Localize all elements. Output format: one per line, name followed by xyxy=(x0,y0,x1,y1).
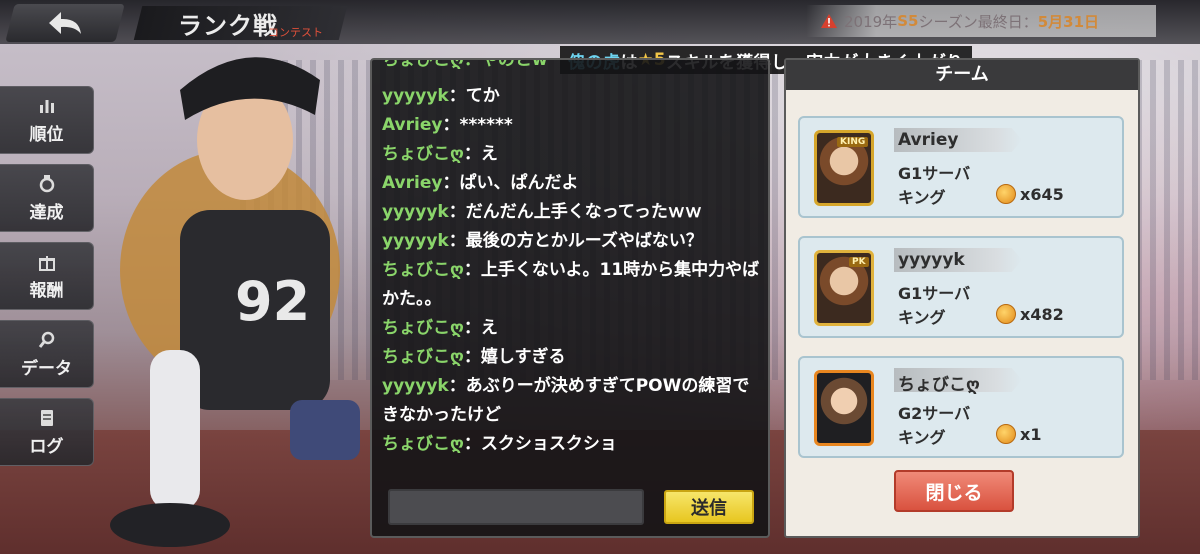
medal-icon xyxy=(39,174,54,192)
sidebar-item-data[interactable]: データ xyxy=(0,320,94,388)
chat-sender: yyyyyk xyxy=(382,231,449,251)
chat-sender: ちょびこღ xyxy=(382,144,464,164)
back-arrow-icon xyxy=(49,12,81,34)
chat-text: ：スクショスクショ xyxy=(463,434,617,454)
sidebar-item-reward[interactable]: 報酬 xyxy=(0,242,94,310)
chat-text: ：だんだん上手くなってったｗｗ xyxy=(448,202,702,222)
member-server: G1サーバ xyxy=(898,164,971,183)
avatar-badge: PK xyxy=(849,257,869,267)
chat-text: ：てか xyxy=(448,86,500,106)
season-date: 5月31日 xyxy=(1037,12,1100,31)
document-icon xyxy=(40,409,53,426)
chat-text: ：え xyxy=(463,318,498,338)
sidebar-item-label: 達成 xyxy=(29,202,64,223)
chat-message: yyyyyk：てか xyxy=(382,82,762,111)
member-coins: x645 xyxy=(996,184,1064,204)
chat-message: yyyyyk：あぶりーが決めすぎてPOWの練習できなかったけど xyxy=(382,372,762,430)
chat-message: yyyyyk：だんだん上手くなってったｗｗ xyxy=(382,198,762,227)
sidebar-item-label: 報酬 xyxy=(29,280,64,301)
sidebar-item-label: データ xyxy=(21,358,72,379)
chat-sender: ちょびこღ xyxy=(382,318,464,338)
chat-text: ：嬉しすぎる xyxy=(463,347,566,367)
chat-message-partial: ちょびこღ：やのとw xyxy=(382,58,548,70)
chat-sender: ちょびこღ xyxy=(382,260,464,280)
team-member-card[interactable]: PK yyyyyk G1サーバ キング x482 xyxy=(798,236,1124,338)
close-button[interactable]: 閉じる xyxy=(894,470,1014,512)
chat-input-row: 送信 xyxy=(388,488,758,528)
send-button[interactable]: 送信 xyxy=(664,490,754,524)
sidebar-item-achievement[interactable]: 達成 xyxy=(0,164,94,232)
member-avatar: PK xyxy=(814,250,874,326)
season-banner: 2019年 S5 シーズン最終日： 5月31日 xyxy=(806,5,1156,37)
chat-sender: ちょびこღ xyxy=(382,434,464,454)
member-coin-count: x1 xyxy=(1020,424,1042,444)
season-id: S5 xyxy=(897,12,919,30)
member-coin-count: x482 xyxy=(1020,304,1064,324)
gift-icon xyxy=(38,255,55,271)
member-server: G1サーバ xyxy=(898,284,971,303)
sidebar-item-log[interactable]: ログ xyxy=(0,398,94,466)
team-member-card[interactable]: KING Avriey G1サーバ キング x645 xyxy=(798,116,1124,218)
chat-sender: yyyyyk xyxy=(382,376,449,396)
sidebar-item-ranking[interactable]: 順位 xyxy=(0,86,94,154)
team-panel: チーム KING Avriey G1サーバ キング x645 PK yyyyyk… xyxy=(784,58,1140,538)
magnifier-icon xyxy=(38,331,54,348)
back-button[interactable] xyxy=(5,4,125,42)
sidebar-item-label: ログ xyxy=(29,436,64,457)
chat-input[interactable] xyxy=(388,489,644,525)
chat-text: ：最後の方とかルーズやばない？ xyxy=(448,231,703,251)
member-name: ちょびこღ xyxy=(898,375,980,395)
chat-panel[interactable]: ちょびこღ：やのとw yyyyyk：てか Avriey：****** ちょびこღ… xyxy=(370,58,770,538)
svg-text:92: 92 xyxy=(235,270,310,333)
basketball-coin-icon xyxy=(996,304,1016,324)
sidebar-item-label: 順位 xyxy=(29,124,64,145)
member-name: yyyyyk xyxy=(898,250,965,270)
chat-sender: Avriey xyxy=(382,173,443,193)
basketball-coin-icon xyxy=(996,424,1016,444)
chat-message: ちょびこღ：スクショスクショ xyxy=(382,430,762,459)
bar-chart-icon xyxy=(39,99,54,113)
member-coins: x1 xyxy=(996,424,1041,444)
chat-sender: Avriey xyxy=(382,115,443,135)
chat-message: ちょびこღ：え xyxy=(382,140,762,169)
member-avatar: KING xyxy=(814,130,874,206)
chat-message: yyyyyk：最後の方とかルーズやばない？ xyxy=(382,227,762,256)
chat-sender: ちょびこღ xyxy=(382,347,464,367)
character-illustration: 92 xyxy=(110,57,360,547)
chat-message: ちょびこღ：上手くないよ。11時から集中力やばかた。。 xyxy=(382,256,762,314)
chat-sender: yyyyyk xyxy=(382,86,449,106)
chat-text: ：****** xyxy=(442,115,513,135)
chat-message: ちょびこღ：嬉しすぎる xyxy=(382,343,762,372)
chat-message: Avriey：ぱい、ぱんだよ xyxy=(382,169,762,198)
avatar-badge: KING xyxy=(837,137,869,147)
season-suffix: シーズン最終日： xyxy=(918,12,1038,31)
basketball-coin-icon xyxy=(996,184,1016,204)
member-rank: キング xyxy=(898,308,946,327)
chat-message: ちょびこღ：え xyxy=(382,314,762,343)
member-name: Avriey xyxy=(898,130,959,150)
member-coin-count: x645 xyxy=(1020,184,1064,204)
chat-sender: yyyyyk xyxy=(382,202,449,222)
member-server: G2サーバ xyxy=(898,404,971,423)
chat-message: Avriey：****** xyxy=(382,111,762,140)
page-title: ランク戦 xyxy=(178,12,278,40)
team-header: チーム xyxy=(786,60,1138,90)
member-rank: キング xyxy=(898,188,946,207)
team-member-card[interactable]: ちょびこღ G2サーバ キング x1 xyxy=(798,356,1124,458)
season-prefix: 2019年 xyxy=(844,12,898,31)
member-coins: x482 xyxy=(996,304,1064,324)
warning-icon xyxy=(821,14,837,28)
member-rank: キング xyxy=(898,428,946,447)
member-avatar xyxy=(814,370,874,446)
chat-text: ：え xyxy=(463,144,498,164)
page-subtitle: コンテスト xyxy=(268,26,323,39)
chat-text: ：ぱい、ぱんだよ xyxy=(442,173,579,193)
